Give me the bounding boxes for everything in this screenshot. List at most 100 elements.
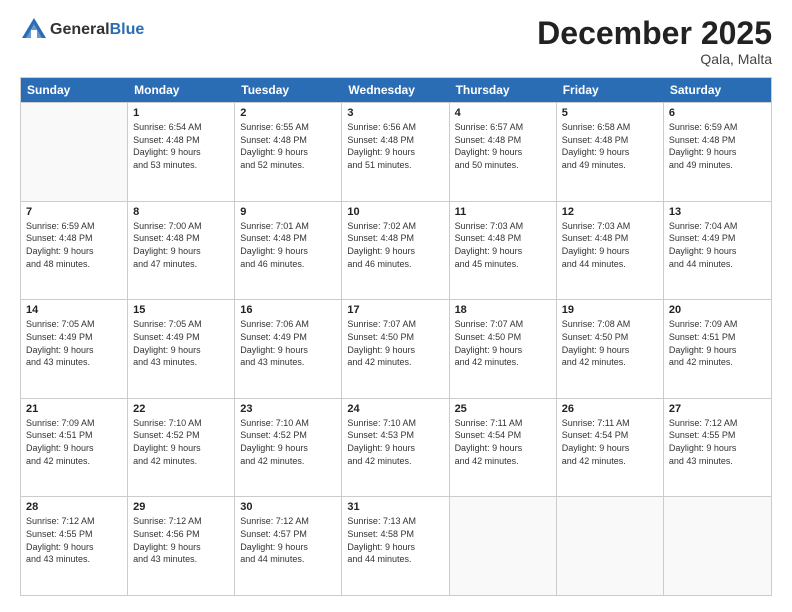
calendar-cell: 5Sunrise: 6:58 AMSunset: 4:48 PMDaylight… [557, 103, 664, 201]
day-number: 8 [133, 206, 229, 218]
cell-info-line: and 43 minutes. [240, 356, 336, 369]
logo-text: General Blue [50, 21, 144, 39]
cell-info-line: and 51 minutes. [347, 159, 443, 172]
calendar-cell: 17Sunrise: 7:07 AMSunset: 4:50 PMDayligh… [342, 300, 449, 398]
cell-info-line: Sunrise: 7:10 AM [240, 417, 336, 430]
cell-info-line: Daylight: 9 hours [133, 146, 229, 159]
cell-info-line: Sunrise: 7:12 AM [669, 417, 766, 430]
cell-info-line: and 42 minutes. [455, 455, 551, 468]
day-number: 13 [669, 206, 766, 218]
calendar-cell: 15Sunrise: 7:05 AMSunset: 4:49 PMDayligh… [128, 300, 235, 398]
cell-info-line: Sunset: 4:48 PM [347, 134, 443, 147]
calendar-cell: 2Sunrise: 6:55 AMSunset: 4:48 PMDaylight… [235, 103, 342, 201]
cell-info-line: Sunrise: 7:07 AM [455, 318, 551, 331]
cell-info-line: Daylight: 9 hours [455, 344, 551, 357]
calendar-cell: 13Sunrise: 7:04 AMSunset: 4:49 PMDayligh… [664, 202, 771, 300]
page: General Blue December 2025 Qala, Malta S… [0, 0, 792, 612]
cell-info-line: Sunrise: 6:59 AM [669, 121, 766, 134]
calendar-cell [21, 103, 128, 201]
day-number: 24 [347, 403, 443, 415]
day-number: 15 [133, 304, 229, 316]
cell-info-line: Daylight: 9 hours [562, 344, 658, 357]
cell-info-line: Daylight: 9 hours [347, 541, 443, 554]
cell-info-line: Daylight: 9 hours [240, 541, 336, 554]
calendar-row: 7Sunrise: 6:59 AMSunset: 4:48 PMDaylight… [21, 201, 771, 300]
cell-info-line: Daylight: 9 hours [133, 442, 229, 455]
cell-info-line: and 42 minutes. [347, 356, 443, 369]
day-number: 16 [240, 304, 336, 316]
cell-info-line: Sunset: 4:48 PM [562, 232, 658, 245]
cell-info-line: Daylight: 9 hours [133, 344, 229, 357]
calendar-cell: 20Sunrise: 7:09 AMSunset: 4:51 PMDayligh… [664, 300, 771, 398]
cell-info-line: and 42 minutes. [562, 455, 658, 468]
cell-info-line: and 44 minutes. [347, 553, 443, 566]
cell-info-line: Sunset: 4:48 PM [347, 232, 443, 245]
cell-info-line: and 53 minutes. [133, 159, 229, 172]
cell-info-line: and 43 minutes. [133, 356, 229, 369]
calendar-cell: 7Sunrise: 6:59 AMSunset: 4:48 PMDaylight… [21, 202, 128, 300]
calendar-row: 21Sunrise: 7:09 AMSunset: 4:51 PMDayligh… [21, 398, 771, 497]
cell-info-line: and 42 minutes. [562, 356, 658, 369]
calendar-cell: 6Sunrise: 6:59 AMSunset: 4:48 PMDaylight… [664, 103, 771, 201]
logo: General Blue [20, 16, 144, 44]
day-number: 23 [240, 403, 336, 415]
cell-info-line: Sunrise: 7:13 AM [347, 515, 443, 528]
calendar-cell [557, 497, 664, 595]
calendar-cell: 3Sunrise: 6:56 AMSunset: 4:48 PMDaylight… [342, 103, 449, 201]
cell-info-line: Daylight: 9 hours [26, 344, 122, 357]
cell-info-line: Sunrise: 7:11 AM [455, 417, 551, 430]
day-number: 1 [133, 107, 229, 119]
cell-info-line: Sunset: 4:52 PM [133, 429, 229, 442]
cell-info-line: and 47 minutes. [133, 258, 229, 271]
cell-info-line: Sunrise: 6:57 AM [455, 121, 551, 134]
calendar-cell: 23Sunrise: 7:10 AMSunset: 4:52 PMDayligh… [235, 399, 342, 497]
cell-info-line: Sunrise: 6:55 AM [240, 121, 336, 134]
cell-info-line: Sunset: 4:50 PM [455, 331, 551, 344]
cell-info-line: Sunset: 4:55 PM [669, 429, 766, 442]
cell-info-line: Sunrise: 6:54 AM [133, 121, 229, 134]
cell-info-line: and 43 minutes. [133, 553, 229, 566]
cell-info-line: Sunrise: 7:10 AM [133, 417, 229, 430]
day-number: 5 [562, 107, 658, 119]
weekday-header: Tuesday [235, 78, 342, 102]
cell-info-line: Sunrise: 7:12 AM [240, 515, 336, 528]
calendar-header: SundayMondayTuesdayWednesdayThursdayFrid… [21, 78, 771, 102]
day-number: 27 [669, 403, 766, 415]
day-number: 30 [240, 501, 336, 513]
cell-info-line: Sunset: 4:53 PM [347, 429, 443, 442]
calendar-cell: 24Sunrise: 7:10 AMSunset: 4:53 PMDayligh… [342, 399, 449, 497]
cell-info-line: Sunset: 4:48 PM [562, 134, 658, 147]
cell-info-line: and 49 minutes. [669, 159, 766, 172]
month-title: December 2025 [537, 16, 772, 51]
day-number: 10 [347, 206, 443, 218]
cell-info-line: Sunset: 4:51 PM [669, 331, 766, 344]
cell-info-line: Daylight: 9 hours [562, 442, 658, 455]
cell-info-line: and 50 minutes. [455, 159, 551, 172]
cell-info-line: and 44 minutes. [240, 553, 336, 566]
cell-info-line: and 42 minutes. [347, 455, 443, 468]
cell-info-line: Sunset: 4:48 PM [455, 232, 551, 245]
cell-info-line: and 43 minutes. [669, 455, 766, 468]
cell-info-line: and 45 minutes. [455, 258, 551, 271]
cell-info-line: Daylight: 9 hours [240, 146, 336, 159]
cell-info-line: and 48 minutes. [26, 258, 122, 271]
cell-info-line: Sunrise: 7:11 AM [562, 417, 658, 430]
day-number: 17 [347, 304, 443, 316]
cell-info-line: and 42 minutes. [240, 455, 336, 468]
cell-info-line: Daylight: 9 hours [455, 245, 551, 258]
cell-info-line: Sunrise: 7:12 AM [26, 515, 122, 528]
cell-info-line: and 43 minutes. [26, 553, 122, 566]
cell-info-line: Sunset: 4:54 PM [455, 429, 551, 442]
cell-info-line: Sunset: 4:57 PM [240, 528, 336, 541]
cell-info-line: Sunset: 4:55 PM [26, 528, 122, 541]
weekday-header: Sunday [21, 78, 128, 102]
day-number: 26 [562, 403, 658, 415]
calendar-cell: 18Sunrise: 7:07 AMSunset: 4:50 PMDayligh… [450, 300, 557, 398]
calendar-cell: 10Sunrise: 7:02 AMSunset: 4:48 PMDayligh… [342, 202, 449, 300]
calendar-cell [664, 497, 771, 595]
cell-info-line: Daylight: 9 hours [669, 344, 766, 357]
cell-info-line: and 42 minutes. [133, 455, 229, 468]
cell-info-line: Sunset: 4:48 PM [133, 134, 229, 147]
weekday-header: Friday [557, 78, 664, 102]
cell-info-line: Sunset: 4:49 PM [669, 232, 766, 245]
